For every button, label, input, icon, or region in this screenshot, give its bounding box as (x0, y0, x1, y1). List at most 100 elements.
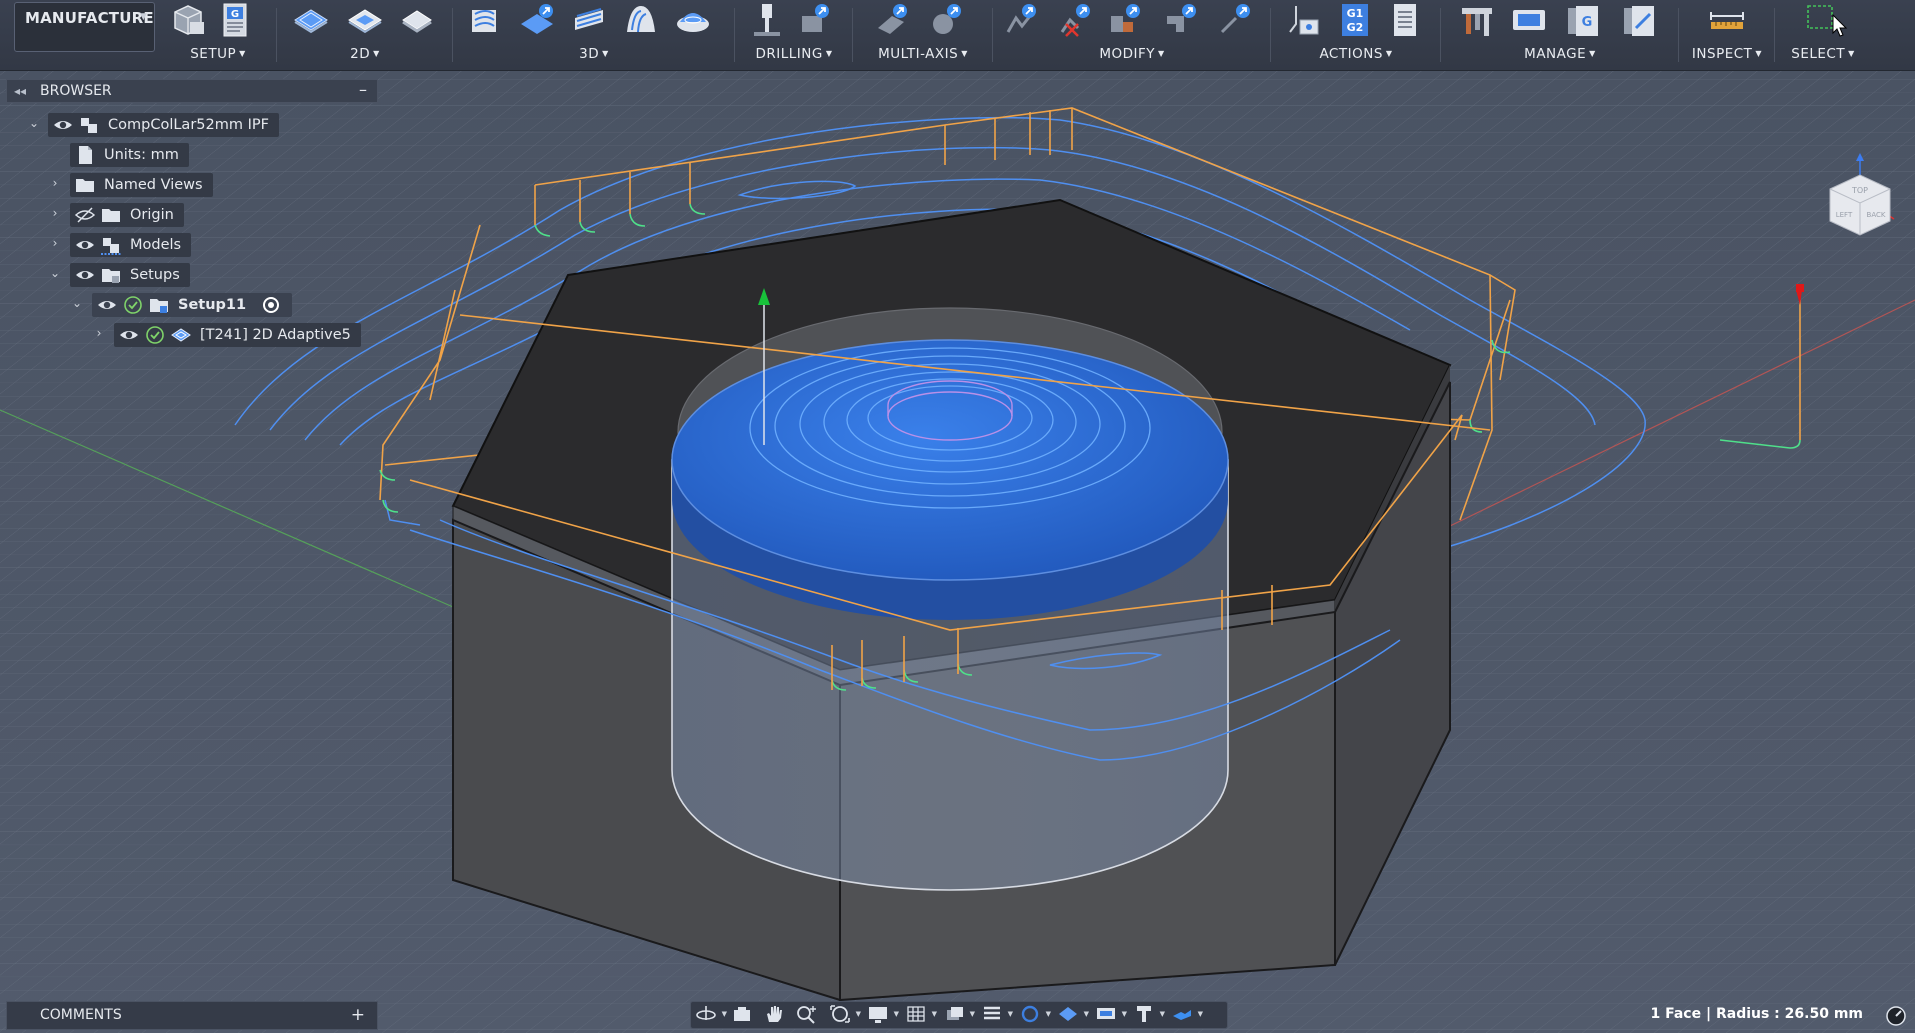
grid-settings-icon[interactable]: ▼ (905, 1004, 939, 1026)
browser-item-setups[interactable]: ⌄ Setups (0, 262, 300, 288)
orbit-icon[interactable]: ▼ (695, 1004, 729, 1026)
measure-icon[interactable] (1708, 2, 1746, 38)
multi-axis-contour-icon[interactable] (928, 2, 966, 38)
stock-display-icon[interactable]: ▼ (1019, 1004, 1053, 1026)
fit-icon[interactable]: ▼ (829, 1004, 863, 1026)
ribbon-group-2d-label[interactable]: 2D ▼ (280, 46, 450, 62)
new-setup-icon[interactable] (170, 2, 208, 38)
chevron-right-icon[interactable]: › (48, 206, 62, 220)
post-library-icon[interactable]: G (1564, 2, 1602, 38)
browser-item-root-component[interactable]: ⌄ CompColLar52mm IPF (0, 112, 300, 138)
fixture-icon[interactable] (1162, 2, 1200, 38)
eye-icon[interactable] (74, 264, 96, 286)
minimize-icon[interactable]: – (359, 79, 367, 101)
ribbon-group-drilling-label[interactable]: DRILLING ▼ (738, 46, 850, 62)
eye-icon[interactable] (52, 114, 74, 136)
post-process-icon[interactable]: G1 G2 (1336, 2, 1374, 38)
zoom-icon[interactable] (795, 1004, 829, 1026)
viewports-icon[interactable]: ▼ (943, 1004, 977, 1026)
browser-item-label: Models (130, 237, 182, 253)
drill-icon[interactable] (748, 2, 786, 38)
cylinder-top-face-selected[interactable] (671, 339, 1229, 581)
ribbon-group-inspect-label[interactable]: INSPECT ▼ (1682, 46, 1772, 62)
nc-program-icon[interactable]: G (216, 2, 254, 38)
setup-sheet-icon[interactable] (1386, 2, 1424, 38)
chevron-down-icon[interactable]: ⌄ (70, 296, 84, 310)
chevron-right-icon[interactable]: › (48, 176, 62, 190)
browser-item-label: Setup11 (178, 297, 247, 313)
browser-item-label: Units: mm (104, 147, 179, 163)
ribbon-group-modify-label[interactable]: MODIFY ▼ (996, 46, 1268, 62)
template-library-icon[interactable] (1510, 2, 1548, 38)
3d-adaptive-icon[interactable] (466, 2, 504, 38)
swarf-icon[interactable] (874, 2, 912, 38)
pattern-icon[interactable] (1216, 2, 1254, 38)
chevron-down-icon[interactable]: ⌄ (48, 266, 62, 280)
eye-icon[interactable] (74, 234, 96, 256)
selection-status: 1 Face | Radius : 26.50 mm (1650, 1006, 1864, 1022)
workspace-label: MANUFACTURE (25, 9, 154, 27)
browser-item-label: CompColLar52mm IPF (108, 117, 269, 133)
hole-recognition-icon[interactable] (796, 2, 834, 38)
ribbon-group-select-label[interactable]: SELECT ▼ (1778, 46, 1868, 62)
trim-toolpath-icon[interactable] (1106, 2, 1144, 38)
browser-item-operation-2d-adaptive[interactable]: › [T241] 2D Adaptive5 (0, 322, 380, 348)
chevron-right-icon[interactable]: › (48, 236, 62, 250)
eye-icon[interactable] (118, 324, 140, 346)
component-icon (78, 114, 100, 136)
browser-title: BROWSER (40, 83, 112, 99)
browser-item-setup11[interactable]: ⌄ Setup11 (0, 292, 320, 318)
3d-parallel-icon[interactable] (570, 2, 608, 38)
simulation-display-icon[interactable]: ▼ (1095, 1004, 1129, 1026)
toolpath-display-icon[interactable]: ▼ (981, 1004, 1015, 1026)
svg-text:G2: G2 (1347, 21, 1364, 34)
chevron-right-icon[interactable]: › (92, 326, 106, 340)
3d-contour-icon[interactable] (622, 2, 660, 38)
browser-item-named-views[interactable]: › Named Views (0, 172, 300, 198)
ribbon-group-modify: MODIFY ▼ (996, 0, 1268, 70)
chevron-down-icon: ▼ (139, 12, 147, 22)
2d-pocket-icon[interactable] (346, 2, 384, 38)
viewcube-face-back: BACK (1867, 211, 1886, 219)
ribbon-group-multiaxis-label[interactable]: MULTI-AXIS ▼ (856, 46, 990, 62)
toolbar-ribbon: MANUFACTURE ▼ G SETUP ▼ 2D ▼ 3D ▼ DRILLI… (0, 0, 1915, 71)
modify-toolpath-icon[interactable] (1002, 2, 1040, 38)
ribbon-group-setup-label[interactable]: SETUP ▼ (162, 46, 274, 62)
ribbon-group-inspect: INSPECT ▼ (1682, 0, 1772, 70)
chevron-down-icon[interactable]: ⌄ (27, 116, 41, 130)
2d-adaptive-icon[interactable] (292, 2, 330, 38)
browser-item-models[interactable]: › Models (0, 232, 300, 258)
machine-library-icon[interactable] (1620, 2, 1658, 38)
active-setup-radio-icon[interactable] (260, 294, 282, 316)
collapse-panel-icon[interactable]: ◂◂ (14, 80, 26, 102)
comments-panel[interactable]: COMMENTS + (6, 1001, 378, 1030)
look-at-icon[interactable] (731, 1004, 765, 1026)
eye-icon[interactable] (96, 294, 118, 316)
delete-toolpath-icon[interactable] (1056, 2, 1094, 38)
workspace-switcher[interactable]: MANUFACTURE ▼ (14, 2, 155, 52)
folder-icon (100, 204, 122, 226)
eye-hidden-icon[interactable] (74, 204, 96, 226)
add-comment-icon[interactable]: + (351, 1002, 365, 1029)
tool-display-icon[interactable]: ▼ (1133, 1004, 1167, 1026)
2d-face-icon[interactable] (398, 2, 436, 38)
svg-text:G: G (231, 9, 239, 20)
ribbon-group-drilling: DRILLING ▼ (738, 0, 850, 70)
ribbon-group-manage-label[interactable]: MANAGE ▼ (1444, 46, 1676, 62)
models-icon (100, 234, 122, 256)
ribbon-group-actions-label[interactable]: ACTIONS ▼ (1274, 46, 1438, 62)
browser-item-origin[interactable]: › Origin (0, 202, 300, 228)
gauge-icon[interactable] (1885, 1005, 1907, 1027)
ribbon-group-3d-label[interactable]: 3D ▼ (456, 46, 732, 62)
3d-pocket-icon[interactable] (518, 2, 556, 38)
3d-scallop-icon[interactable] (674, 2, 712, 38)
simulate-icon[interactable] (1286, 2, 1324, 38)
adaptive-operation-icon (170, 324, 192, 346)
tool-library-icon[interactable] (1458, 2, 1496, 38)
pan-icon[interactable] (763, 1004, 797, 1026)
viewcube[interactable]: TOP BACK LEFT (1820, 149, 1910, 249)
machine-display-icon[interactable]: ▼ (1171, 1004, 1205, 1026)
browser-item-units[interactable]: Units: mm (0, 142, 300, 168)
display-settings-icon[interactable]: ▼ (867, 1004, 901, 1026)
model-display-icon[interactable]: ▼ (1057, 1004, 1091, 1026)
